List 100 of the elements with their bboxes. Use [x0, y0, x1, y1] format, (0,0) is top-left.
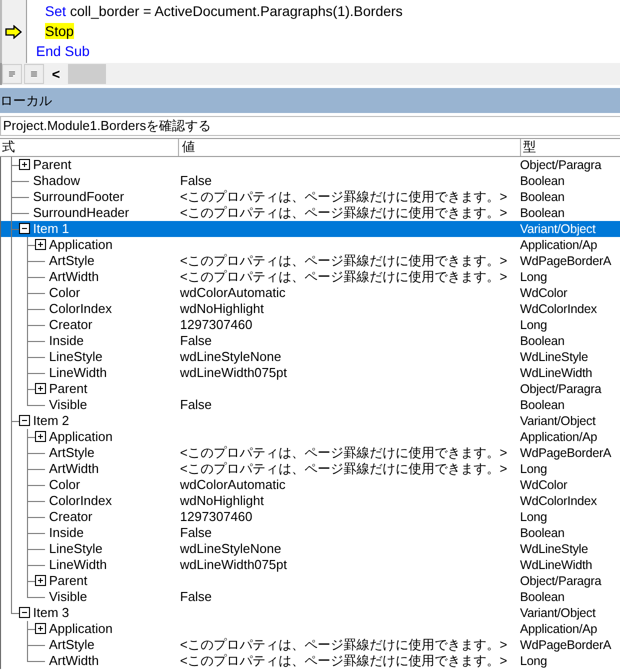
- value-text: <このプロパティは、ページ罫線だけに使用できます。>: [180, 445, 508, 460]
- type-text: WdPageBorderA: [520, 254, 612, 268]
- type-text: Boolean: [520, 334, 564, 348]
- collapse-icon[interactable]: [19, 415, 30, 426]
- expression-text: LineWidth: [48, 365, 107, 381]
- code-text: Set: [45, 3, 66, 19]
- tree-row[interactable]: LineWidth wdLineWidth075pt WdLineWidth: [1, 365, 620, 381]
- value-text: wdColorAutomatic: [180, 285, 286, 300]
- value-text: <このプロパティは、ページ罫線だけに使用できます。>: [180, 269, 508, 284]
- tree-row[interactable]: Inside False Boolean: [1, 525, 620, 541]
- tree-row[interactable]: ArtStyle <このプロパティは、ページ罫線だけに使用できます。> WdPageBorderA: [1, 637, 620, 653]
- type-text: WdLineWidth: [520, 558, 592, 572]
- expression-text: Item 1: [32, 221, 70, 237]
- expression-text: LineWidth: [48, 557, 107, 573]
- value-text: False: [180, 333, 212, 348]
- tree-row[interactable]: ColorIndex wdNoHighlight WdColorIndex: [1, 301, 620, 317]
- expression-text: ColorIndex: [48, 301, 112, 317]
- tree-row[interactable]: Application Application/Ap: [1, 237, 620, 253]
- tree-row[interactable]: LineStyle wdLineStyleNone WdLineStyle: [1, 541, 620, 557]
- selected-tree-row[interactable]: Item 1 Variant/Object: [1, 221, 620, 237]
- tree-row[interactable]: Item 3 Variant/Object: [1, 605, 620, 621]
- type-text: Long: [520, 318, 548, 332]
- type-text: Boolean: [520, 526, 564, 540]
- tree-row[interactable]: ArtWidth <このプロパティは、ページ罫線だけに使用できます。> Long: [1, 269, 620, 285]
- tree-row[interactable]: Item 2 Variant/Object: [1, 413, 620, 429]
- type-text: WdPageBorderA: [520, 446, 612, 460]
- value-text: wdLineStyleNone: [180, 541, 282, 556]
- expand-icon[interactable]: [35, 575, 46, 586]
- panel-title: ローカル: [0, 92, 52, 110]
- expression-text: ColorIndex: [48, 493, 112, 509]
- expression-text: SurroundHeader: [32, 205, 130, 221]
- type-text: Object/Paragra: [520, 382, 602, 396]
- collapse-icon[interactable]: [19, 223, 30, 234]
- column-header[interactable]: 式: [0, 139, 179, 156]
- expression-text: ArtWidth: [48, 269, 99, 285]
- tree-row[interactable]: Parent Object/Paragra: [1, 381, 620, 397]
- tree-row[interactable]: Visible False Boolean: [1, 397, 620, 413]
- type-text: Object/Paragra: [520, 158, 602, 172]
- procedure-view-button[interactable]: [2, 64, 22, 84]
- type-text: Variant/Object: [520, 606, 596, 620]
- type-text: Long: [520, 654, 548, 668]
- tree-row[interactable]: Color wdColorAutomatic WdColor: [1, 285, 620, 301]
- value-text: wdNoHighlight: [180, 301, 264, 316]
- tree-row[interactable]: ArtWidth <このプロパティは、ページ罫線だけに使用できます。> Long: [1, 653, 620, 669]
- type-text: Boolean: [520, 206, 564, 220]
- column-header[interactable]: 型: [521, 139, 620, 156]
- expression-text: LineStyle: [48, 349, 102, 365]
- value-text: 1297307460: [180, 509, 252, 524]
- tree-row[interactable]: SurroundFooter <このプロパティは、ページ罫線だけに使用できます。> Boolean: [1, 189, 620, 205]
- scrollbar-thumb[interactable]: [68, 64, 106, 84]
- tree-row[interactable]: ArtWidth <このプロパティは、ページ罫線だけに使用できます。> Long: [1, 461, 620, 477]
- tree-row[interactable]: Color wdColorAutomatic WdColor: [1, 477, 620, 493]
- tree-row[interactable]: ArtStyle <このプロパティは、ページ罫線だけに使用できます。> WdPageBorderA: [1, 253, 620, 269]
- expression-text: Item 3: [32, 605, 70, 621]
- tree-row[interactable]: Creator 1297307460 Long: [1, 509, 620, 525]
- tree-row[interactable]: Parent Object/Paragra: [1, 157, 620, 173]
- expression-text: Inside: [48, 333, 84, 349]
- type-text: Boolean: [520, 398, 564, 412]
- tree-row[interactable]: LineWidth wdLineWidth075pt WdLineWidth: [1, 557, 620, 573]
- value-text: wdNoHighlight: [180, 493, 264, 508]
- expression-text: Visible: [48, 589, 88, 605]
- value-text: wdColorAutomatic: [180, 477, 286, 492]
- tree-row[interactable]: ColorIndex wdNoHighlight WdColorIndex: [1, 493, 620, 509]
- type-text: WdColorIndex: [520, 302, 597, 316]
- column-header[interactable]: 値: [179, 139, 521, 156]
- lines-icon: [30, 71, 38, 77]
- tree-row[interactable]: Application Application/Ap: [1, 621, 620, 637]
- value-text: <このプロパティは、ページ罫線だけに使用できます。>: [180, 637, 508, 652]
- value-text: False: [180, 173, 212, 188]
- value-text: <このプロパティは、ページ罫線だけに使用できます。>: [180, 653, 508, 668]
- tree-row[interactable]: ArtStyle <このプロパティは、ページ罫線だけに使用できます。> WdPageBorderA: [1, 445, 620, 461]
- expand-icon[interactable]: [35, 383, 46, 394]
- tree-row[interactable]: Application Application/Ap: [1, 429, 620, 445]
- type-text: Variant/Object: [520, 222, 596, 236]
- value-text: False: [180, 525, 212, 540]
- code-text: coll_border = ActiveDocument.Paragraphs(1).Borders: [70, 3, 403, 19]
- tree-row[interactable]: Creator 1297307460 Long: [1, 317, 620, 333]
- expression-text: Inside: [48, 525, 84, 541]
- tree-row[interactable]: Shadow False Boolean: [1, 173, 620, 189]
- value-text: <このプロパティは、ページ罫線だけに使用できます。>: [180, 189, 508, 204]
- tree-row[interactable]: Visible False Boolean: [1, 589, 620, 605]
- collapse-icon[interactable]: [19, 607, 30, 618]
- expand-icon[interactable]: [35, 623, 46, 634]
- type-text: WdColor: [520, 286, 568, 300]
- expression-text: Shadow: [32, 173, 80, 189]
- module-view-button[interactable]: [24, 64, 44, 84]
- type-text: WdColor: [520, 478, 568, 492]
- value-text: False: [180, 397, 212, 412]
- expand-icon[interactable]: [19, 159, 30, 170]
- expression-text: Creator: [48, 509, 92, 525]
- type-text: Boolean: [520, 174, 564, 188]
- tree-row[interactable]: Parent Object/Paragra: [1, 573, 620, 589]
- expand-icon[interactable]: [35, 431, 46, 442]
- tree-row[interactable]: LineStyle wdLineStyleNone WdLineStyle: [1, 349, 620, 365]
- type-text: WdLineWidth: [520, 366, 592, 380]
- type-text: WdPageBorderA: [520, 638, 612, 652]
- expression-text: Color: [48, 477, 80, 493]
- tree-row[interactable]: Inside False Boolean: [1, 333, 620, 349]
- type-text: Application/Ap: [520, 238, 598, 252]
- expand-icon[interactable]: [35, 239, 46, 250]
